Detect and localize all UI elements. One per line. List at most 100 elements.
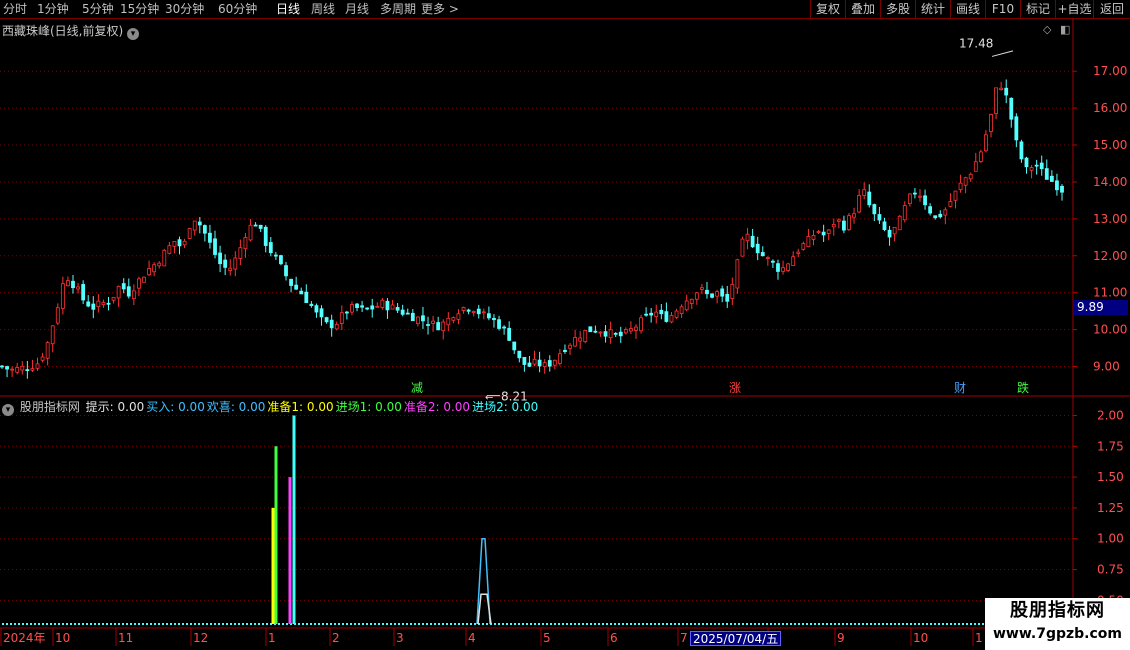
candle-body	[299, 290, 304, 295]
indicator-baseline-dot	[250, 623, 252, 625]
indicator-baseline-dot	[382, 623, 384, 625]
indicator-baseline-dot	[194, 623, 196, 625]
indicator-baseline-dot	[846, 623, 848, 625]
indicator-baseline-dot	[686, 623, 688, 625]
kline-chart-area[interactable]: 17.0016.0015.0014.0013.0012.0011.0010.00…	[0, 0, 1130, 650]
indicator-baseline-dot	[434, 623, 436, 625]
indicator-baseline-dot	[738, 623, 740, 625]
date-label: 11	[118, 631, 133, 645]
indicator-baseline-dot	[90, 623, 92, 625]
indicator-baseline-dot	[554, 623, 556, 625]
candle-body	[192, 220, 197, 231]
indicator-baseline-dot	[706, 623, 708, 625]
toolbar-button-2[interactable]: 多股	[880, 0, 915, 19]
indicator-baseline-dot	[638, 623, 640, 625]
toolbar-tab-3[interactable]: 15分钟	[120, 2, 159, 16]
price-tick-label: 10.00	[1093, 323, 1127, 337]
candle-body	[674, 310, 679, 318]
date-label: 3	[396, 631, 404, 645]
indicator-baseline-dot	[854, 623, 856, 625]
toolbar-button-7[interactable]: +自选	[1055, 0, 1093, 19]
indicator-baseline-dot	[218, 623, 220, 625]
high-arrow-line	[991, 50, 1014, 57]
date-label: 1	[975, 631, 983, 645]
indicator-baseline-dot	[54, 623, 56, 625]
candle-body	[918, 195, 922, 198]
window-toggle-icon[interactable]: ◧	[1060, 23, 1070, 36]
diamond-icon[interactable]: ◇	[1043, 23, 1051, 36]
indicator-baseline-dot	[742, 623, 744, 625]
candle-body	[715, 291, 720, 297]
candle-body	[725, 293, 730, 302]
toolbar-tab-6[interactable]: 日线	[276, 2, 300, 16]
candle-body	[1019, 141, 1024, 160]
indicator-baseline-dot	[622, 623, 624, 625]
candle-body	[390, 304, 395, 310]
indicator-baseline-dot	[366, 623, 368, 625]
indicator-baseline-dot	[174, 623, 176, 625]
indicator-baseline-dot	[582, 623, 584, 625]
toolbar-button-8[interactable]: 返回	[1093, 0, 1130, 19]
toolbar-tab-1[interactable]: 1分钟	[37, 2, 69, 16]
candle-body	[395, 307, 400, 311]
toolbar-tab-0[interactable]: 分时	[3, 2, 27, 16]
indicator-baseline-dot	[458, 623, 460, 625]
period-toolbar: 分时 1分钟 5分钟 15分钟 30分钟 60分钟 日线 周线 月线 多周期 更多 > 复权 叠加 多股统…	[0, 0, 1130, 19]
chevron-down-icon[interactable]: ▾	[127, 28, 140, 40]
candle-body	[35, 363, 40, 369]
candle-body	[568, 344, 572, 349]
candle-body	[720, 288, 725, 297]
date-label: 2	[332, 631, 340, 645]
candle-body	[806, 236, 811, 248]
indicator-baseline-dot	[318, 623, 320, 625]
indicator-baseline-dot	[370, 623, 372, 625]
indicator-baseline-dot	[462, 623, 464, 625]
indicator-baseline-dot	[662, 623, 664, 625]
price-tick-label: 14.00	[1093, 175, 1127, 189]
candle-body	[1034, 164, 1039, 167]
indicator-baseline-dot	[566, 623, 568, 625]
indicator-baseline-dot	[946, 623, 948, 625]
indicator-baseline-dot	[206, 623, 208, 625]
candle-body	[258, 224, 263, 229]
toolbar-tab-5[interactable]: 60分钟	[218, 2, 257, 16]
toolbar-tab-10[interactable]: 更多 >	[421, 2, 459, 16]
watermark-title: 股朋指标网	[1010, 600, 1105, 621]
indicator-baseline-dot	[710, 623, 712, 625]
toolbar-tab-9[interactable]: 多周期	[380, 2, 416, 16]
indicator-baseline-dot	[82, 623, 84, 625]
toolbar-button-4[interactable]: 画线	[950, 0, 985, 19]
candle-body	[994, 87, 998, 115]
indicator-baseline-dot	[682, 623, 684, 625]
candle-body	[760, 252, 765, 257]
toolbar-tab-2[interactable]: 5分钟	[82, 2, 114, 16]
toolbar-button-3[interactable]: 统计	[915, 0, 950, 19]
candle-body	[588, 326, 593, 333]
toolbar-button-5[interactable]: F10	[985, 0, 1020, 19]
indicator-baseline-dot	[874, 623, 876, 625]
stock-title[interactable]: 西藏珠峰(日线,前复权) ▾	[2, 22, 140, 40]
candle-body	[811, 235, 816, 240]
indicator-value-2: 欢喜: 0.00	[206, 400, 266, 414]
price-tick-label: 17.00	[1093, 64, 1127, 78]
toolbar-button-1[interactable]: 叠加	[845, 0, 880, 19]
indicator-baseline-dot	[666, 623, 668, 625]
toolbar-button-6[interactable]: 标记	[1020, 0, 1055, 19]
indicator-baseline-dot	[758, 623, 760, 625]
indicator-baseline-dot	[314, 623, 316, 625]
candle-body	[740, 238, 745, 257]
indicator-baseline-dot	[642, 623, 644, 625]
indicator-tick-label: 1.25	[1097, 501, 1124, 515]
chevron-down-icon[interactable]: ▾	[2, 404, 14, 416]
toolbar-tab-4[interactable]: 30分钟	[165, 2, 204, 16]
candle-body	[913, 192, 917, 195]
indicator-baseline-dot	[138, 623, 140, 625]
candle-body	[1044, 168, 1049, 180]
toolbar-button-0[interactable]: 复权	[810, 0, 845, 19]
indicator-baseline-dot	[826, 623, 828, 625]
toolbar-tab-8[interactable]: 月线	[345, 2, 369, 16]
candle-body	[131, 290, 136, 300]
toolbar-tab-7[interactable]: 周线	[311, 2, 335, 16]
indicator-baseline-dot	[158, 623, 160, 625]
candle-body	[750, 235, 755, 248]
